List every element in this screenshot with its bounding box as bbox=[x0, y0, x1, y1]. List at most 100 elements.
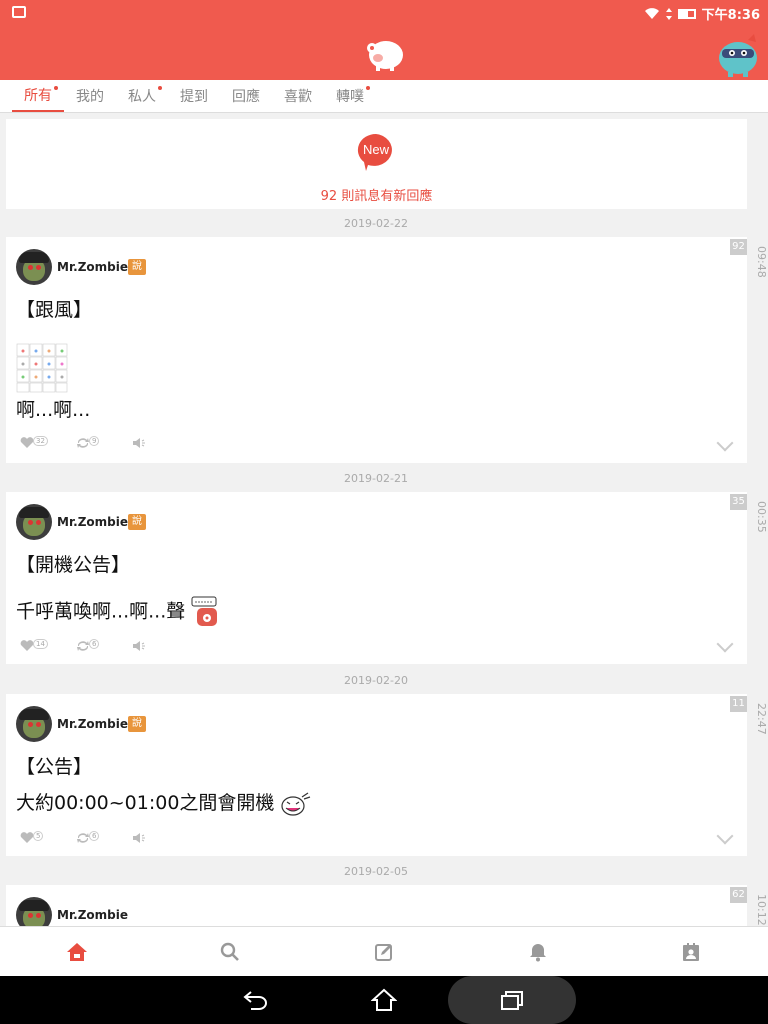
avatar[interactable] bbox=[16, 706, 52, 742]
post-body-row: 千呼萬喚啊...啊...聲 bbox=[16, 596, 221, 628]
replurk-icon bbox=[77, 641, 89, 651]
nav-profile[interactable] bbox=[614, 927, 768, 976]
recents-button[interactable] bbox=[492, 986, 532, 1014]
replurk-count: 6 bbox=[89, 831, 100, 841]
mascot-avatar-icon[interactable] bbox=[714, 32, 762, 78]
replurk-count: 6 bbox=[89, 639, 100, 649]
new-responses-card[interactable]: New 92 則訊息有新回應 bbox=[6, 119, 747, 209]
back-button[interactable] bbox=[236, 986, 276, 1014]
author-name[interactable]: Mr.Zombie bbox=[57, 717, 128, 731]
tab-private[interactable]: 私人 bbox=[116, 80, 168, 112]
tab-mentions[interactable]: 提到 bbox=[168, 80, 220, 112]
emoticon-sticker-icon[interactable] bbox=[280, 791, 312, 817]
tab-label: 轉噗 bbox=[336, 89, 364, 105]
home-outline-icon bbox=[371, 988, 397, 1011]
zombie-eye bbox=[28, 265, 33, 270]
unread-dot bbox=[366, 86, 370, 90]
tab-label: 喜歡 bbox=[284, 89, 312, 105]
home-button[interactable] bbox=[364, 986, 404, 1014]
avatar[interactable] bbox=[16, 504, 52, 540]
nav-search[interactable] bbox=[154, 927, 308, 976]
like-count: 14 bbox=[33, 639, 48, 649]
replurk-icon bbox=[77, 833, 89, 843]
chevron-down-icon[interactable] bbox=[716, 635, 734, 653]
tab-responses[interactable]: 回應 bbox=[220, 80, 272, 112]
chevron-down-icon[interactable] bbox=[716, 827, 734, 845]
zombie-eye bbox=[36, 520, 41, 525]
post-actions: 32 9 bbox=[20, 436, 162, 453]
date-separator: 2019-02-22 bbox=[344, 217, 408, 230]
zombie-hat bbox=[19, 252, 49, 263]
zombie-hat bbox=[19, 507, 49, 518]
system-navigation-bar bbox=[0, 976, 768, 1024]
back-icon bbox=[243, 991, 267, 1010]
post-time: 22:47 bbox=[755, 703, 768, 735]
zombie-eye bbox=[36, 265, 41, 270]
tab-replurks[interactable]: 轉噗 bbox=[324, 80, 376, 112]
tab-all[interactable]: 所有 bbox=[12, 80, 64, 112]
author-name[interactable]: Mr.Zombie bbox=[57, 260, 128, 274]
status-time: 下午8:36 bbox=[701, 8, 760, 23]
unread-dot bbox=[158, 86, 162, 90]
zombie-eye bbox=[28, 722, 33, 727]
zombie-eye bbox=[28, 913, 33, 918]
tab-mine[interactable]: 我的 bbox=[64, 80, 116, 112]
app-bar bbox=[0, 26, 768, 80]
nav-home[interactable] bbox=[0, 927, 154, 976]
qualifier-badge: 說 bbox=[128, 514, 146, 530]
zombie-hat bbox=[19, 709, 49, 720]
bottom-navigation bbox=[0, 926, 768, 976]
plurk-card[interactable]: 62 Mr.Zombie bbox=[6, 885, 747, 926]
replurk-button[interactable]: 6 bbox=[76, 831, 106, 848]
like-button[interactable]: 32 bbox=[20, 436, 50, 453]
response-count-badge: 62 bbox=[730, 887, 747, 903]
plurk-card[interactable]: 35 Mr.Zombie 說 【開機公告】 千呼萬喚啊...啊...聲 14 6 bbox=[6, 492, 747, 664]
profile-card-icon bbox=[683, 942, 700, 961]
author-name[interactable]: Mr.Zombie bbox=[57, 515, 128, 529]
like-button[interactable]: 14 bbox=[20, 639, 50, 656]
nav-compose[interactable] bbox=[307, 927, 461, 976]
phone-sticker-icon[interactable] bbox=[191, 596, 221, 628]
plurk-logo-icon[interactable] bbox=[362, 36, 406, 72]
speaker-icon bbox=[133, 641, 145, 651]
mute-button[interactable] bbox=[132, 832, 162, 848]
tab-likes[interactable]: 喜歡 bbox=[272, 80, 324, 112]
qualifier-badge: 說 bbox=[128, 716, 146, 732]
tab-label: 回應 bbox=[232, 89, 260, 105]
post-body: 啊...啊... bbox=[16, 399, 91, 421]
plurk-feed: New 92 則訊息有新回應 2019-02-22 09:48 92 Mr.Zo… bbox=[0, 113, 768, 926]
post-time: 10:12 bbox=[755, 894, 768, 926]
plurk-card[interactable]: 11 Mr.Zombie 說 【公告】 大約00:00~01:00之間會開機 5 bbox=[6, 694, 747, 856]
post-title: 【公告】 bbox=[16, 756, 93, 778]
post-actions: 5 6 bbox=[20, 831, 162, 848]
author-name[interactable]: Mr.Zombie bbox=[57, 908, 128, 922]
new-badge-label: New bbox=[363, 142, 390, 157]
heart-icon bbox=[20, 832, 34, 843]
data-arrows-icon bbox=[665, 7, 672, 20]
replurk-button[interactable]: 6 bbox=[76, 639, 106, 656]
status-bar: 下午8:36 bbox=[0, 0, 768, 26]
plurk-card[interactable]: 92 Mr.Zombie 說 【跟風】 啊...啊... 32 9 bbox=[6, 237, 747, 463]
filter-tabs: 所有 我的 私人 提到 回應 喜歡 轉噗 bbox=[0, 80, 768, 113]
date-separator: 2019-02-20 bbox=[344, 674, 408, 687]
nav-notifications[interactable] bbox=[461, 927, 615, 976]
post-body: 大約00:00~01:00之間會開機 bbox=[16, 792, 275, 814]
avatar[interactable] bbox=[16, 249, 52, 285]
post-title: 【跟風】 bbox=[16, 299, 93, 321]
status-indicators: 下午8:36 bbox=[644, 4, 760, 23]
zombie-eye bbox=[36, 913, 41, 918]
sticker-grid-image[interactable] bbox=[16, 343, 68, 393]
post-time: 00:35 bbox=[755, 501, 768, 533]
date-separator: 2019-02-05 bbox=[344, 865, 408, 878]
replurk-button[interactable]: 9 bbox=[76, 436, 106, 453]
tab-label: 我的 bbox=[76, 89, 104, 105]
post-title: 【開機公告】 bbox=[16, 554, 131, 576]
like-button[interactable]: 5 bbox=[20, 831, 50, 848]
avatar[interactable] bbox=[16, 897, 52, 926]
chevron-down-icon[interactable] bbox=[716, 434, 734, 452]
zombie-hat bbox=[19, 900, 49, 911]
mute-button[interactable] bbox=[132, 640, 162, 656]
replurk-count: 9 bbox=[89, 436, 100, 446]
post-body-row: 大約00:00~01:00之間會開機 bbox=[16, 788, 312, 817]
mute-button[interactable] bbox=[132, 437, 162, 453]
